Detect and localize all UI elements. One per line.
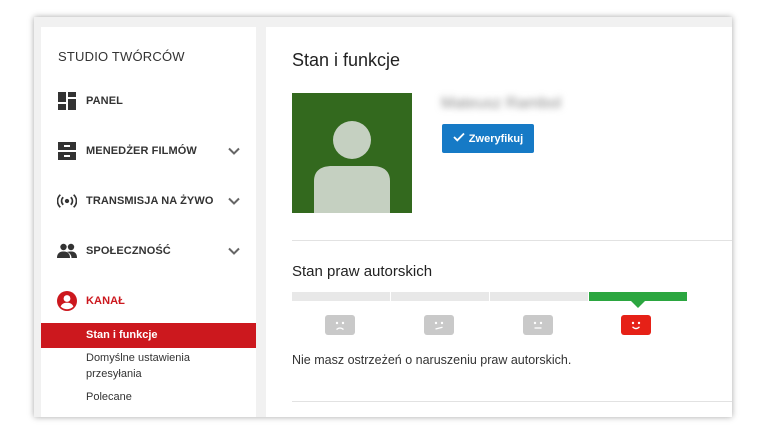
copyright-status-text: Nie masz ostrzeżeń o naruszeniu praw aut… — [292, 353, 572, 367]
page-title: Stan i funkcje — [292, 50, 401, 70]
sidebar-item-live-streaming[interactable]: TRANSMISJA NA ŻYWO — [41, 187, 256, 215]
live-broadcast-icon — [57, 191, 77, 211]
copyright-level-bar-3 — [490, 292, 588, 301]
sidebar-item-community[interactable]: SPOŁECZNOŚĆ — [41, 237, 256, 265]
sidebar-subitem-label: Polecane — [86, 391, 132, 403]
studio-window: STUDIO TWÓRCÓW PANEL MENEDŻER FILMÓW TRA… — [34, 17, 732, 417]
divider — [292, 401, 732, 402]
copyright-level-bar-2 — [391, 292, 489, 301]
default-avatar-icon — [314, 121, 390, 213]
sidebar-item-label: PANEL — [86, 95, 123, 107]
sidebar-item-label: KANAŁ — [86, 295, 125, 307]
sidebar-subitem-status-features[interactable]: Stan i funkcje — [41, 323, 256, 348]
skeptical-face-icon — [424, 315, 454, 335]
main-content: Stan i funkcje Mateusz Rambol Zweryfikuj… — [266, 27, 732, 417]
avatar[interactable] — [292, 93, 412, 213]
verify-button-label: Zweryfikuj — [468, 132, 524, 145]
studio-title: STUDIO TWÓRCÓW — [58, 49, 185, 64]
sidebar-item-panel[interactable]: PANEL — [41, 87, 256, 115]
sidebar-item-label: TRANSMISJA NA ŻYWO — [86, 195, 214, 207]
sidebar-item-label: SPOŁECZNOŚĆ — [86, 245, 171, 257]
sidebar-item-video-manager[interactable]: MENEDŻER FILMÓW — [41, 137, 256, 165]
sidebar-item-label: MENEDŻER FILMÓW — [86, 145, 197, 157]
copyright-status-title: Stan praw autorskich — [292, 263, 433, 280]
sidebar-subitem-label: Stan i funkcje — [86, 329, 158, 341]
chevron-down-icon[interactable] — [227, 194, 241, 208]
checkmark-icon — [453, 132, 465, 145]
happy-face-icon — [621, 315, 651, 335]
copyright-level-bar-1 — [292, 292, 390, 301]
sidebar-subitem-label: Domyślne ustawienia przesyłania — [86, 352, 190, 380]
sidebar-subitem-featured[interactable]: Polecane — [41, 389, 256, 405]
divider — [292, 240, 732, 241]
verify-button[interactable]: Zweryfikuj — [442, 124, 534, 153]
chevron-down-icon[interactable] — [227, 144, 241, 158]
video-manager-icon — [57, 141, 77, 161]
neutral-face-icon — [523, 315, 553, 335]
sad-face-icon — [325, 315, 355, 335]
community-icon — [57, 241, 77, 261]
sidebar: STUDIO TWÓRCÓW PANEL MENEDŻER FILMÓW TRA… — [41, 27, 256, 417]
chevron-down-icon[interactable] — [227, 244, 241, 258]
dashboard-icon — [57, 91, 77, 111]
account-circle-icon — [57, 291, 77, 311]
channel-name: Mateusz Rambol — [441, 95, 562, 112]
sidebar-subitem-upload-defaults[interactable]: Domyślne ustawienia przesyłania — [41, 350, 211, 382]
sidebar-item-channel[interactable]: KANAŁ — [41, 287, 256, 315]
current-level-pointer-icon — [630, 300, 646, 308]
